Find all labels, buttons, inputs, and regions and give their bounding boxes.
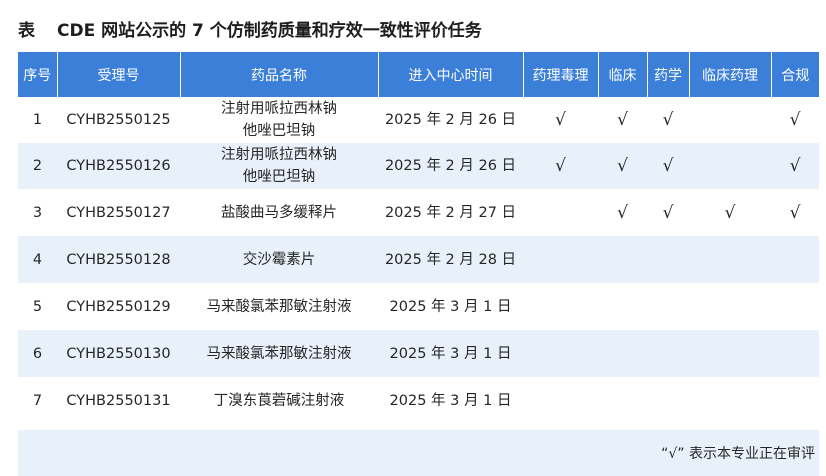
header-acceptance-no: 受理号 [57, 52, 181, 97]
table-title: 表 CDE 网站公示的 7 个仿制药质量和疗效一致性评价任务 [18, 16, 482, 41]
cell-pharmaceutics [647, 236, 689, 283]
cell-acceptance-no: CYHB2550129 [57, 283, 180, 330]
cell-clinical-pharmacology: √ [689, 189, 771, 236]
cell-acceptance-no: CYHB2550127 [57, 189, 180, 236]
cell-acceptance-no: CYHB2550130 [57, 330, 180, 377]
table-title-tag: 表 [18, 21, 35, 41]
cell-entry-time: 2025 年 3 月 1 日 [378, 283, 523, 330]
cell-entry-time: 2025 年 2 月 28 日 [378, 236, 523, 283]
cell-pharmacology-toxicology [523, 189, 598, 236]
table-title-text: CDE 网站公示的 7 个仿制药质量和疗效一致性评价任务 [57, 21, 482, 41]
cell-clinical [598, 377, 647, 424]
cell-seq: 5 [18, 283, 57, 330]
cell-clinical-pharmacology [689, 236, 771, 283]
cell-pharmacology-toxicology [523, 377, 598, 424]
cell-seq: 6 [18, 330, 57, 377]
cell-pharmaceutics [647, 330, 689, 377]
table-row: 5 CYHB2550129 马来酸氯苯那敏注射液 2025 年 3 月 1 日 [18, 283, 819, 330]
cell-entry-time: 2025 年 2 月 26 日 [378, 97, 523, 143]
header-entry-time: 进入中心时间 [378, 52, 524, 97]
cell-drug-name: 马来酸氯苯那敏注射液 [180, 283, 378, 330]
cell-seq: 1 [18, 97, 57, 143]
cell-entry-time: 2025 年 2 月 26 日 [378, 143, 523, 189]
cell-clinical [598, 283, 647, 330]
header-clinical-pharmacology: 临床药理 [689, 52, 772, 97]
evaluation-table: 序号 受理号 药品名称 进入中心时间 药理毒理 临床 药学 临床药理 合规 1C… [18, 52, 819, 424]
cell-compliance [771, 236, 819, 283]
cell-entry-time: 2025 年 3 月 1 日 [378, 330, 523, 377]
table-row: 4 CYHB2550128 交沙霉素片 2025 年 2 月 28 日 [18, 236, 819, 283]
cell-drug-name: 马来酸氯苯那敏注射液 [180, 330, 378, 377]
header-seq: 序号 [18, 52, 58, 97]
cell-pharmacology-toxicology [523, 236, 598, 283]
drug-name-line: 注射用哌拉西林钠 [221, 147, 337, 163]
cell-clinical [598, 330, 647, 377]
cell-drug-name: 盐酸曲马多缓释片 [180, 189, 378, 236]
cell-entry-time: 2025 年 3 月 1 日 [378, 377, 523, 424]
drug-name-line: 交沙霉素片 [242, 251, 316, 268]
cell-seq: 2 [18, 143, 57, 189]
cell-compliance: √ [771, 97, 819, 143]
cell-pharmacology-toxicology [523, 330, 598, 377]
drug-name-line: 他唑巴坦钠 [242, 169, 316, 185]
header-compliance: 合规 [771, 52, 819, 97]
table-row: 3 CYHB2550127 盐酸曲马多缓释片 2025 年 2 月 27 日 √ √ √ √ [18, 189, 819, 236]
footnote-bar: “√” 表示本专业正在审评 [18, 430, 819, 476]
cell-clinical-pharmacology [689, 377, 771, 424]
drug-name-line: 丁溴东莨菪碱注射液 [213, 392, 345, 409]
cell-pharmacology-toxicology [523, 283, 598, 330]
cell-compliance [771, 330, 819, 377]
cell-clinical: √ [598, 97, 647, 143]
table-row: 2 CYHB2550126 注射用哌拉西林钠 他唑巴坦钠 2025 年 2 月 26 日… [18, 143, 819, 189]
cell-clinical-pharmacology [689, 283, 771, 330]
cell-seq: 3 [18, 189, 57, 236]
cell-drug-name: 交沙霉素片 [180, 236, 378, 283]
footnote: “√” 表示本专业正在审评 [661, 446, 815, 462]
cell-clinical: √ [598, 143, 647, 189]
cell-acceptance-no: CYHB2550126 [57, 143, 180, 189]
cell-pharmaceutics [647, 377, 689, 424]
header-pharmacology-toxicology: 药理毒理 [523, 52, 599, 97]
drug-name-line: 马来酸氯苯那敏注射液 [206, 298, 352, 315]
cell-compliance [771, 283, 819, 330]
cell-drug-name: 丁溴东莨菪碱注射液 [180, 377, 378, 424]
cell-pharmacology-toxicology: √ [523, 143, 598, 189]
cell-acceptance-no: CYHB2550128 [57, 236, 180, 283]
cell-clinical [598, 236, 647, 283]
cell-drug-name: 注射用哌拉西林钠 他唑巴坦钠 [180, 143, 378, 189]
cell-entry-time: 2025 年 2 月 27 日 [378, 189, 523, 236]
cell-drug-name: 注射用哌拉西林钠 他唑巴坦钠 [180, 97, 378, 143]
cell-seq: 4 [18, 236, 57, 283]
cell-acceptance-no: CYHB2550131 [57, 377, 180, 424]
drug-name-line: 盐酸曲马多缓释片 [221, 204, 337, 221]
drug-name-line: 注射用哌拉西林钠 [221, 101, 337, 117]
drug-name-line: 马来酸氯苯那敏注射液 [206, 345, 352, 362]
cell-pharmaceutics: √ [647, 143, 689, 189]
header-drug-name: 药品名称 [180, 52, 379, 97]
cell-pharmaceutics: √ [647, 97, 689, 143]
cell-clinical-pharmacology [689, 143, 771, 189]
cell-compliance: √ [771, 143, 819, 189]
cell-pharmaceutics [647, 283, 689, 330]
table-row: 7 CYHB2550131 丁溴东莨菪碱注射液 2025 年 3 月 1 日 [18, 377, 819, 424]
cell-pharmaceutics: √ [647, 189, 689, 236]
cell-pharmacology-toxicology: √ [523, 97, 598, 143]
cell-clinical-pharmacology [689, 97, 771, 143]
cell-clinical: √ [598, 189, 647, 236]
cell-compliance [771, 377, 819, 424]
header-pharmaceutics: 药学 [647, 52, 690, 97]
table-row: 1 CYHB2550125 注射用哌拉西林钠 他唑巴坦钠 2025 年 2 月 26 日… [18, 97, 819, 143]
cell-seq: 7 [18, 377, 57, 424]
drug-name-line: 他唑巴坦钠 [242, 123, 316, 139]
cell-acceptance-no: CYHB2550125 [57, 97, 180, 143]
header-clinical: 临床 [598, 52, 648, 97]
table-row: 6 CYHB2550130 马来酸氯苯那敏注射液 2025 年 3 月 1 日 [18, 330, 819, 377]
cell-clinical-pharmacology [689, 330, 771, 377]
header-row: 序号 受理号 药品名称 进入中心时间 药理毒理 临床 药学 临床药理 合规 [18, 52, 819, 97]
cell-compliance: √ [771, 189, 819, 236]
